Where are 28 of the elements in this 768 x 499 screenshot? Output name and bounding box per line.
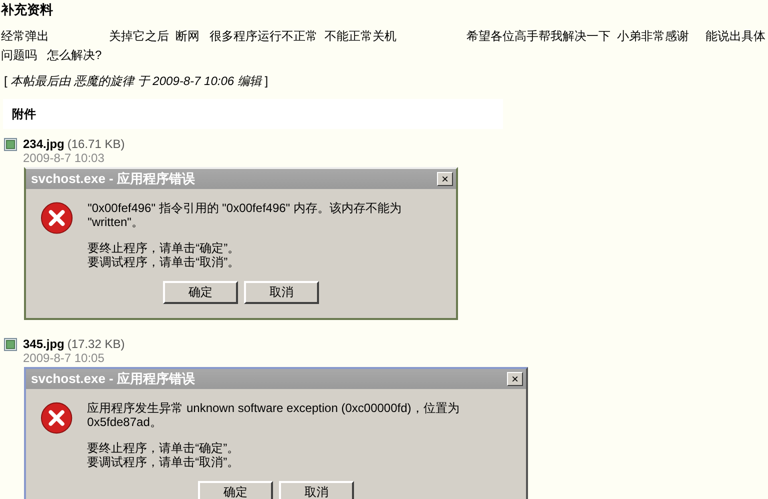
upload-date: 2009-8-7 10:03: [23, 151, 106, 165]
upload-date: 2009-8-7 10:05: [23, 351, 106, 365]
terminate-hint: 要终止程序，请单击“确定”。: [88, 241, 241, 255]
dialog-button[interactable]: 取消: [279, 481, 354, 499]
error-message: 应用程序发生异常 unknown software exception (0xc00000fd)，位置为 0x5fde87ad。: [87, 401, 460, 429]
dialog-button[interactable]: 确定: [198, 481, 273, 499]
debug-hint: 要调试程序，请单击“取消”。: [87, 455, 240, 469]
debug-hint: 要调试程序，请单击“取消”。: [88, 255, 241, 269]
dialog-button[interactable]: 取消: [244, 281, 319, 304]
file-size: (17.32 KB): [67, 337, 125, 351]
error-message: "0x00fef496" 指令引用的 "0x00fef496" 内存。该内存不能为 "written"。: [88, 201, 402, 229]
terminate-hint: 要终止程序，请单击“确定”。: [87, 441, 240, 455]
image-file-icon: [4, 138, 17, 150]
error-icon: [40, 201, 74, 235]
section-heading: 补充资料: [0, 1, 54, 19]
attachments-heading: 附件: [12, 106, 36, 122]
close-button[interactable]: ×: [437, 172, 453, 186]
edit-note: [ 本帖最后由 恶魔的旋律 于 2009-8-7 10:06 编辑 ]: [4, 73, 270, 90]
dialog-title: svchost.exe - 应用程序错误: [31, 170, 195, 188]
file-size: (16.71 KB): [67, 137, 125, 151]
post-text: 经常弹出 关掉它之后 断网 很多程序运行不正常 不能正常关机 希望各位高手帮我解决一下 小弟非常感谢 能说出具体问题吗 怎么解决?: [1, 28, 767, 64]
dialog-button[interactable]: 确定: [163, 281, 238, 304]
image-file-icon: [4, 338, 17, 350]
close-button[interactable]: ×: [507, 372, 523, 386]
attachment-link[interactable]: 234.jpg: [23, 137, 64, 151]
error-icon: [40, 401, 74, 435]
dialog-title: svchost.exe - 应用程序错误: [31, 370, 195, 388]
attachment-link[interactable]: 345.jpg: [23, 337, 64, 351]
